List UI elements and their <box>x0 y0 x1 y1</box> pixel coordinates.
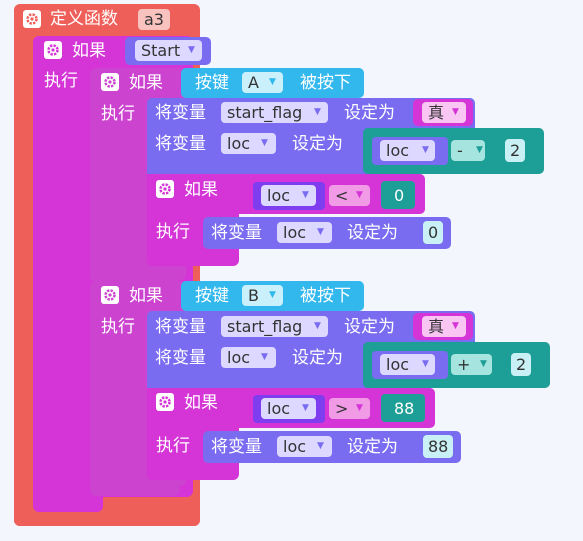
set-var-label: 将变量 <box>155 103 206 123</box>
compare-right-number[interactable]: 88 <box>389 397 420 420</box>
chevron-down-icon: ▼ <box>302 403 309 413</box>
gear-icon[interactable] <box>23 10 41 28</box>
if-label: 如果 <box>184 180 218 200</box>
set-var-label: 将变量 <box>155 348 206 368</box>
set-to-label: 设定为 <box>344 103 395 123</box>
set-to-label: 设定为 <box>292 134 343 154</box>
chevron-down-icon: ▼ <box>452 107 459 117</box>
math-right-number[interactable]: 2 <box>505 139 526 162</box>
pressed-label: 被按下 <box>300 286 351 306</box>
set-var-label: 将变量 <box>211 437 262 457</box>
chevron-down-icon: ▼ <box>452 321 459 331</box>
bool-true-field[interactable]: 真 <box>422 316 467 337</box>
compare-right-number[interactable]: 0 <box>389 184 410 207</box>
gear-icon[interactable] <box>101 73 119 91</box>
chevron-down-icon: ▼ <box>314 107 321 117</box>
set-value-number[interactable]: 88 <box>423 435 454 458</box>
gear-icon[interactable] <box>156 180 174 198</box>
do-label: 执行 <box>156 222 190 242</box>
if-label: 如果 <box>129 286 163 306</box>
gear-icon[interactable] <box>101 286 119 304</box>
gear-icon[interactable] <box>156 393 174 411</box>
if-label: 如果 <box>72 41 106 61</box>
chevron-down-icon: ▼ <box>314 321 321 331</box>
chevron-down-icon: ▼ <box>356 403 363 413</box>
chevron-down-icon: ▼ <box>356 190 363 200</box>
chevron-down-icon: ▼ <box>302 190 309 200</box>
chevron-down-icon: ▼ <box>317 227 324 237</box>
set-to-label: 设定为 <box>347 437 398 457</box>
set-value-number[interactable]: 0 <box>423 221 444 244</box>
key-label: 按键 <box>195 286 229 306</box>
key-label: 按键 <box>195 73 229 93</box>
chevron-down-icon: ▼ <box>261 138 268 148</box>
chevron-down-icon: ▼ <box>422 145 429 155</box>
chevron-down-icon: ▼ <box>261 352 268 362</box>
do-label: 执行 <box>156 436 190 456</box>
set-var-label: 将变量 <box>155 134 206 154</box>
var-start-flag-select[interactable]: start_flag <box>221 102 329 123</box>
set-to-label: 设定为 <box>344 317 395 337</box>
if-label: 如果 <box>129 73 163 93</box>
chevron-down-icon: ▼ <box>188 45 195 55</box>
chevron-down-icon: ▼ <box>480 359 487 369</box>
set-var-label: 将变量 <box>155 317 206 337</box>
do-label: 执行 <box>44 71 78 91</box>
var-start-flag-select[interactable]: start_flag <box>221 316 329 337</box>
do-label: 执行 <box>101 104 135 124</box>
function-label: 定义函数 <box>50 9 118 29</box>
key-a-select[interactable]: A <box>242 72 283 93</box>
chevron-down-icon: ▼ <box>422 359 429 369</box>
set-var-label: 将变量 <box>211 223 262 243</box>
compare-op-select[interactable]: < <box>329 185 371 206</box>
if-key-b-bottom <box>90 478 180 496</box>
set-to-label: 设定为 <box>347 223 398 243</box>
compare-op-select[interactable]: > <box>329 398 371 419</box>
do-label: 执行 <box>101 317 135 337</box>
math-right-number[interactable]: 2 <box>511 353 532 376</box>
chevron-down-icon: ▼ <box>269 290 276 300</box>
if-label: 如果 <box>184 393 218 413</box>
function-name-field[interactable]: a3 <box>138 9 170 30</box>
gear-icon[interactable] <box>44 41 62 59</box>
chevron-down-icon: ▼ <box>317 441 324 451</box>
pressed-label: 被按下 <box>300 73 351 93</box>
bool-true-field[interactable]: 真 <box>422 102 467 123</box>
key-b-select[interactable]: B <box>242 285 283 306</box>
set-to-label: 设定为 <box>292 348 343 368</box>
chevron-down-icon: ▼ <box>476 145 483 155</box>
chevron-down-icon: ▼ <box>269 77 276 87</box>
